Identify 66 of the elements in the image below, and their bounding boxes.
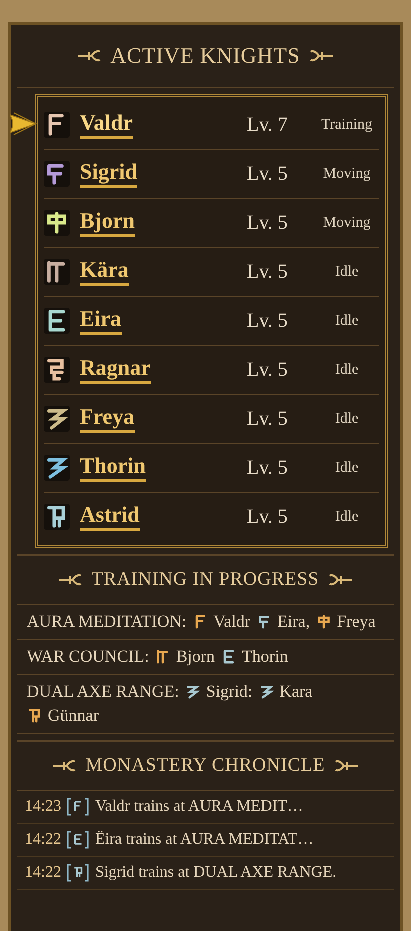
knight-status: Moving <box>322 166 372 182</box>
knight-name[interactable]: Eira <box>80 307 122 335</box>
knight-row[interactable]: Astrid Lv. 5 Idle <box>44 493 379 541</box>
log-time: 14:23 <box>25 798 62 816</box>
knight-row[interactable]: Bjorn Lv. 5 Moving <box>44 199 379 248</box>
knight-name[interactable]: Kära <box>80 258 129 286</box>
fleuron-icon <box>329 574 354 586</box>
participant-name: Kara <box>280 682 313 702</box>
knight-status: Idle <box>334 460 360 476</box>
section-title: TRAINING IN PROGRESS <box>92 569 320 591</box>
knight-name[interactable]: Freya <box>80 405 135 433</box>
rune-tag-icon <box>67 830 90 850</box>
knight-row[interactable]: Ragnar Lv. 5 Idle <box>44 346 379 395</box>
section-title: ACTIVE KNIGHTS <box>110 43 300 69</box>
knight-status: Idle <box>334 264 360 280</box>
participant-name: Valdr <box>214 612 250 632</box>
knight-level: Lv. 5 <box>247 310 289 332</box>
fleuron-icon <box>310 50 334 62</box>
fleuron-icon <box>76 50 101 62</box>
activity-label: WAR COUNCIL: <box>27 647 150 667</box>
knight-name[interactable]: Astrid <box>80 503 140 531</box>
activity-label: DUAL AXE RANGE: <box>27 682 180 702</box>
participant-name: Thorin <box>242 647 288 667</box>
fleuron-icon <box>335 760 360 772</box>
participant-name: Sigrid: <box>206 682 253 702</box>
knight-level: Lv. 7 <box>247 114 289 136</box>
knight-row[interactable]: Sigrid Lv. 5 Moving <box>44 150 379 199</box>
log-time: 14:22 <box>25 831 62 849</box>
log-time: 14:22 <box>25 864 62 882</box>
fleuron-icon <box>58 574 82 586</box>
knight-level: Lv. 5 <box>247 162 289 186</box>
knight-name[interactable]: Thorin <box>80 454 146 482</box>
knight-row[interactable]: Eira Lv. 5 Idle <box>44 297 379 346</box>
knight-status: Training <box>320 116 374 134</box>
section-title: MONASTERY CHRONICLE <box>86 755 326 777</box>
activity-label: AURA MEDITATION: <box>27 612 187 632</box>
knight-level: Lv. 5 <box>247 212 289 234</box>
knight-status: Idle <box>334 410 360 428</box>
pointer-icon <box>10 111 38 137</box>
knight-row[interactable]: Freya Lv. 5 Idle <box>44 395 379 444</box>
knight-level: Lv. 5 <box>247 260 289 284</box>
knight-row[interactable]: Thorin Lv. 5 Idle <box>44 444 379 493</box>
participant-name: Bjorn <box>176 647 216 667</box>
log-message: Valdr trains at AURA MEDIT… <box>95 798 304 816</box>
knight-status: Idle <box>334 508 360 526</box>
knight-status: Idle <box>334 362 360 378</box>
knight-name[interactable]: Sigrid <box>80 160 138 188</box>
knight-name[interactable]: Ragnar <box>80 356 151 384</box>
knight-status: Idle <box>334 312 360 330</box>
participant-name: Eira, <box>278 612 310 632</box>
log-message: Sigrid trains at DUAL AXE RANGE. <box>95 864 337 882</box>
knight-level: Lv. 5 <box>247 506 289 528</box>
knight-name[interactable]: Bjorn <box>80 209 135 237</box>
participant-name: Günnar <box>48 706 99 726</box>
knight-name[interactable]: Valdr <box>80 111 133 139</box>
knight-level: Lv. 5 <box>247 358 289 382</box>
fleuron-icon <box>52 760 76 772</box>
rune-tag-icon <box>67 797 90 817</box>
log-message: Ëira trains at AURA MEDITAT… <box>95 831 314 849</box>
rune-tag-icon <box>67 863 90 883</box>
knight-row[interactable]: Valdr Lv. 7 Training <box>44 101 379 150</box>
knight-status: Moving <box>322 214 372 232</box>
participant-name: Freya <box>337 612 376 632</box>
knight-level: Lv. 5 <box>247 408 289 430</box>
knight-level: Lv. 5 <box>247 456 289 480</box>
knight-row[interactable]: Kära Lv. 5 Idle <box>44 248 379 297</box>
